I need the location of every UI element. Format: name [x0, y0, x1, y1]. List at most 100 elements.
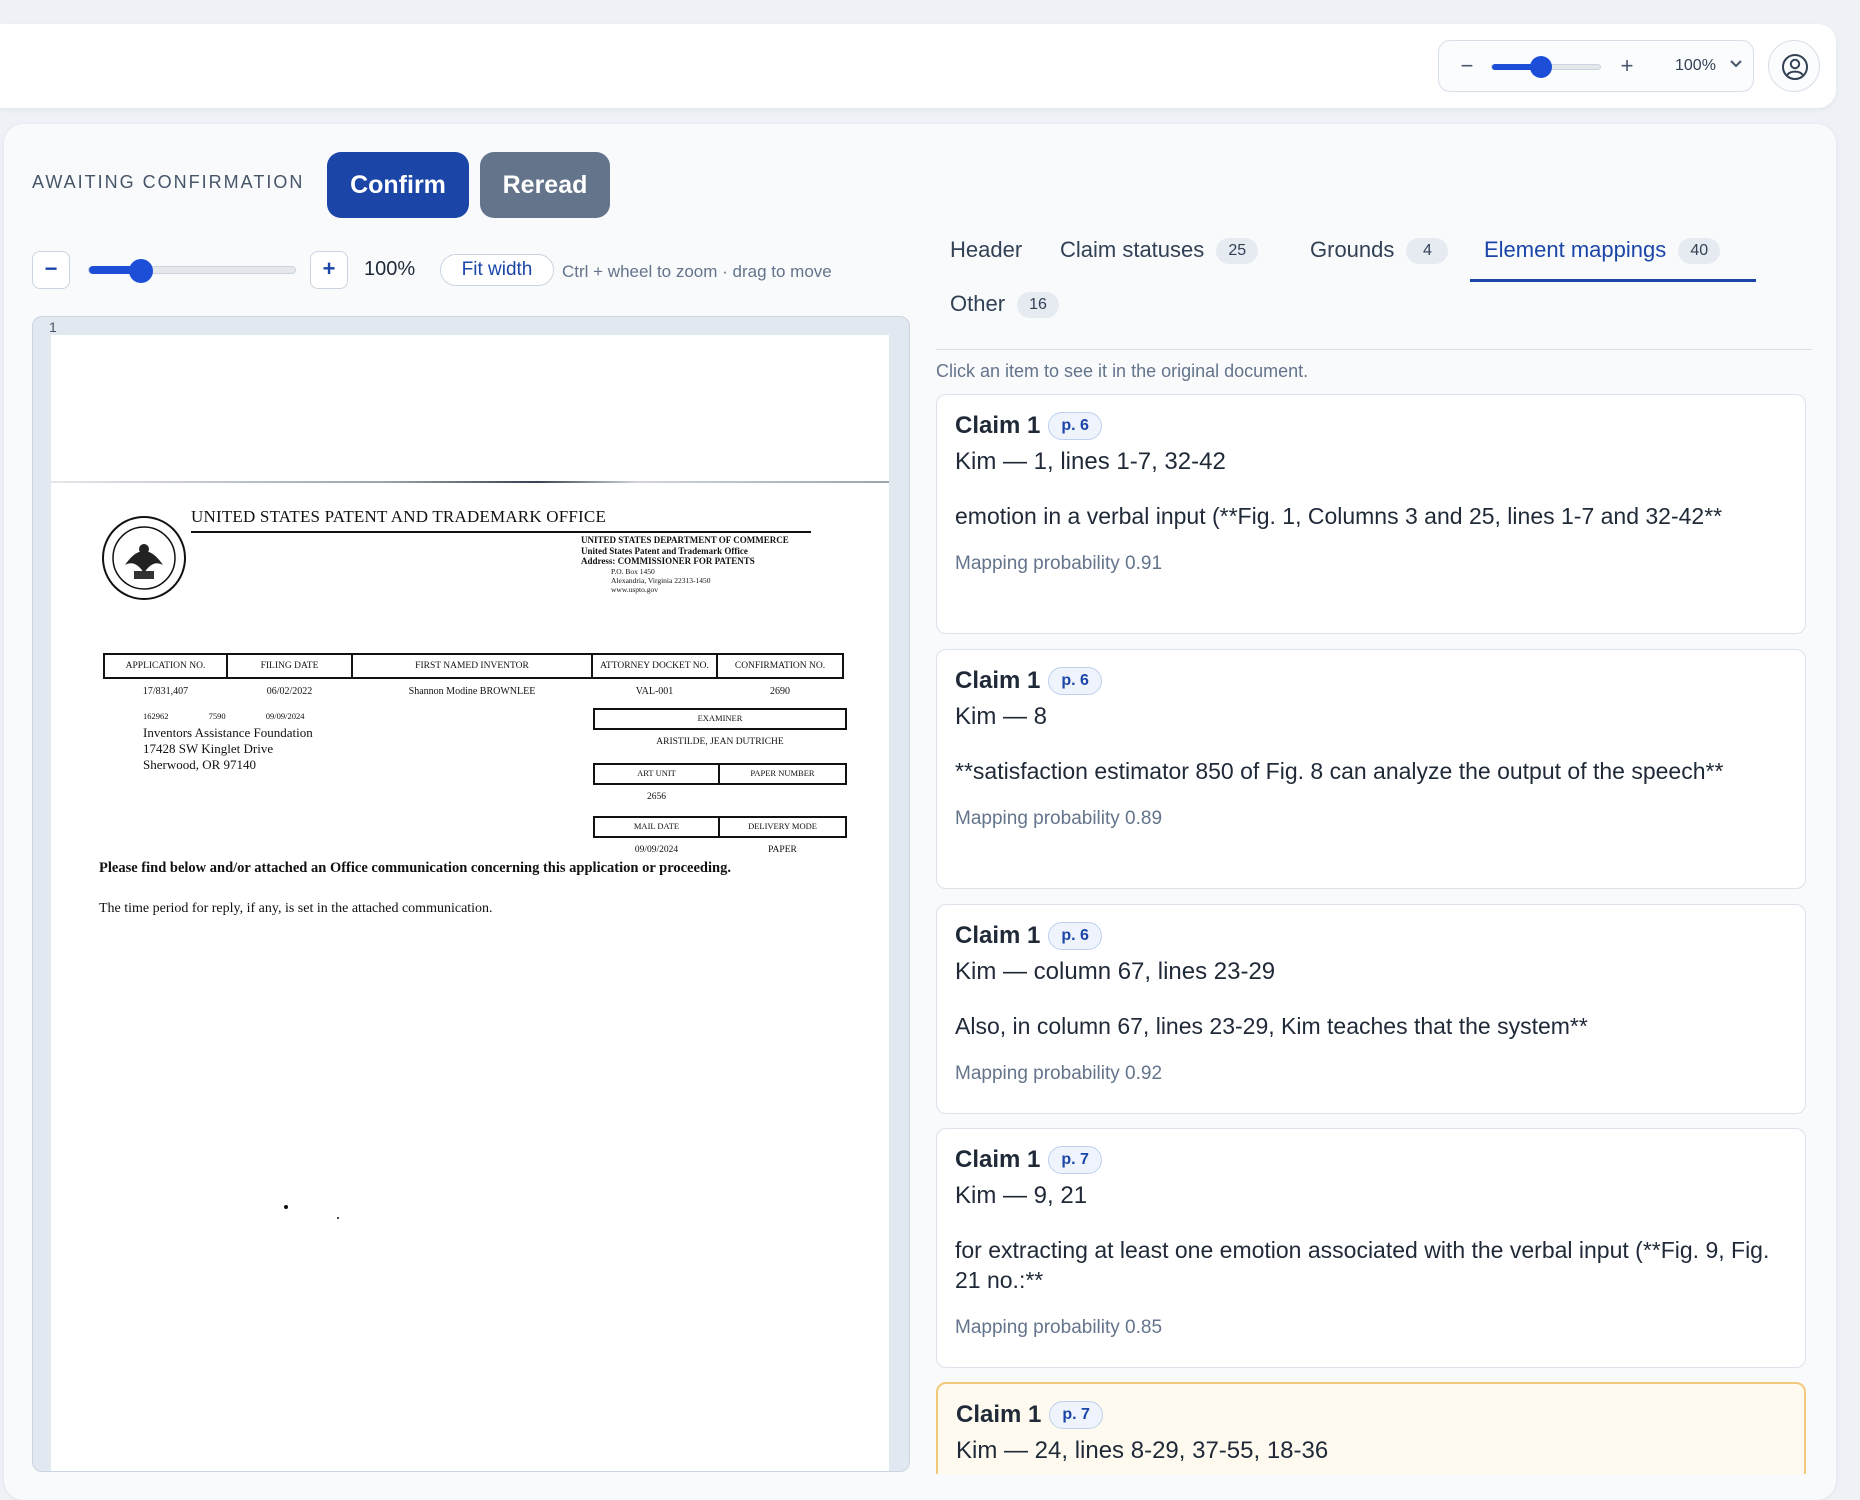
- claim-title: Claim 1: [955, 922, 1041, 949]
- viewer-zoom-in-button[interactable]: +: [310, 251, 348, 289]
- viewer-zoom-slider[interactable]: [88, 259, 296, 283]
- mapping-card[interactable]: Claim 1 p. 6 Kim — 1, lines 1-7, 32-42 em…: [936, 394, 1806, 634]
- dept-sub-line: P.O. Box 1450: [611, 566, 655, 576]
- address-date: 09/09/2024: [265, 711, 305, 721]
- tab-grounds[interactable]: Grounds 4: [1310, 232, 1449, 282]
- tab-count-badge: 40: [1678, 238, 1721, 264]
- mapping-probability: Mapping probability 0.85: [955, 1317, 1163, 1338]
- reference-line: Kim — 8: [955, 703, 1048, 730]
- reference-line: Kim — 24, lines 8-29, 37-55, 18-36: [956, 1437, 1329, 1464]
- claim-title: Claim 1: [955, 412, 1041, 439]
- mapping-excerpt: emotion in a verbal input (**Fig. 1, Col…: [955, 503, 1723, 529]
- dept-sub-line: www.uspto.gov: [611, 584, 659, 594]
- reply-period-text: The time period for reply, if any, is se…: [99, 901, 493, 916]
- viewer-zoom-out-button[interactable]: −: [32, 251, 70, 289]
- table-header: FIRST NAMED INVENTOR: [351, 653, 593, 679]
- correspondence-address: Inventors Assistance Foundation 17428 SW…: [143, 725, 313, 773]
- mapping-excerpt: **satisfaction estimator 850 of Fig. 8 c…: [955, 758, 1724, 784]
- department-address: UNITED STATES DEPARTMENT OF COMMERCE Uni…: [581, 535, 789, 594]
- scan-artifact-line: [51, 481, 889, 483]
- address-codes: 162962 7590 09/09/2024: [143, 711, 342, 721]
- global-zoom-in-button[interactable]: +: [1613, 51, 1641, 81]
- application-table: APPLICATION NO. FILING DATE FIRST NAMED …: [103, 653, 844, 704]
- user-avatar-icon: [1782, 54, 1808, 80]
- customer-number: 162962: [143, 711, 169, 721]
- fit-width-button[interactable]: Fit width: [440, 254, 554, 286]
- tab-label: Claim statuses: [1060, 237, 1205, 262]
- mapping-probability: Mapping probability 0.89: [955, 808, 1163, 829]
- delivery-mode-value: PAPER: [768, 845, 797, 855]
- reference-line: Kim — column 67, lines 23-29: [955, 958, 1276, 985]
- tab-header[interactable]: Header: [950, 232, 1022, 282]
- element-mapping-list[interactable]: Claim 1 p. 6 Kim — 1, lines 1-7, 32-42 em…: [936, 394, 1806, 1474]
- examiner-box: EXAMINER: [593, 708, 847, 730]
- table-cell: Shannon Modine BROWNLEE: [408, 686, 536, 697]
- page-badge[interactable]: p. 6: [1048, 922, 1102, 950]
- form-code: 7590: [208, 711, 226, 721]
- viewer-zoom-slider-thumb[interactable]: [128, 259, 153, 283]
- tab-label: Other: [950, 291, 1006, 316]
- mapping-card[interactable]: Claim 1 p. 7 Kim — 9, 21 for extracting a…: [936, 1128, 1806, 1368]
- tab-count-badge: 4: [1406, 238, 1449, 264]
- confirm-button[interactable]: Confirm: [327, 152, 469, 218]
- tab-element-mappings[interactable]: Element mappings 40: [1470, 232, 1756, 282]
- mail-date-box: MAIL DATE: [593, 816, 720, 838]
- reread-button[interactable]: Reread: [480, 152, 610, 218]
- global-zoom-out-button[interactable]: −: [1453, 51, 1481, 81]
- table-cell: VAL-001: [635, 686, 674, 697]
- mapping-probability: Mapping probability 0.92: [955, 1063, 1163, 1084]
- page-number: 1: [49, 319, 57, 335]
- global-zoom-slider-thumb[interactable]: [1529, 56, 1552, 78]
- mapping-card-selected[interactable]: Claim 1 p. 7 Kim — 24, lines 8-29, 37-55,…: [936, 1382, 1806, 1474]
- mail-date-value: 09/09/2024: [634, 845, 679, 855]
- table-cell: 06/02/2022: [266, 686, 313, 697]
- claim-title: Claim 1: [955, 1146, 1041, 1173]
- global-zoom-value[interactable]: 100%: [1675, 57, 1716, 75]
- claim-title: Claim 1: [955, 667, 1041, 694]
- table-header: CONFIRMATION NO.: [716, 653, 844, 679]
- address-line: 17428 SW Kinglet Drive: [143, 741, 274, 756]
- mapping-card[interactable]: Claim 1 p. 6 Kim — 8 **satisfaction estim…: [936, 649, 1806, 889]
- viewer-hint: Ctrl + wheel to zoom · drag to move: [562, 262, 832, 281]
- main-panel: AWAITING CONFIRMATION Confirm Reread − +…: [4, 124, 1836, 1500]
- tab-label: Grounds: [1310, 237, 1395, 262]
- page-badge[interactable]: p. 7: [1049, 1401, 1103, 1429]
- mapping-hint: Click an item to see it in the original …: [936, 361, 1309, 381]
- global-zoom-slider[interactable]: [1491, 56, 1601, 78]
- reference-line: Kim — 1, lines 1-7, 32-42: [955, 448, 1226, 475]
- scan-speck: [337, 1217, 339, 1219]
- tab-claim-statuses[interactable]: Claim statuses 25: [1060, 232, 1259, 282]
- chevron-down-icon[interactable]: [1729, 54, 1743, 74]
- viewer-zoom-value: 100%: [364, 258, 416, 280]
- dept-line: United States Patent and Trademark Offic…: [581, 545, 748, 556]
- page-badge[interactable]: p. 6: [1048, 412, 1102, 440]
- address-line: Inventors Assistance Foundation: [143, 725, 313, 740]
- tab-other[interactable]: Other 16: [950, 286, 1060, 336]
- document-viewer[interactable]: 1 UNITED STATES PATENT AND TRADEMARK OFF…: [32, 316, 910, 1472]
- table-cell: 17/831,407: [142, 686, 189, 697]
- office-title: UNITED STATES PATENT AND TRADEMARK OFFIC…: [191, 507, 607, 526]
- mapping-probability: Mapping probability 0.91: [955, 553, 1163, 574]
- uspto-seal-icon: [102, 516, 186, 600]
- claim-title: Claim 1: [956, 1401, 1042, 1428]
- reference-line: Kim — 9, 21: [955, 1182, 1088, 1209]
- art-unit-box: ART UNIT: [593, 763, 720, 785]
- page-badge[interactable]: p. 6: [1048, 667, 1102, 695]
- dept-sub-line: Alexandria, Virginia 22313-1450: [611, 575, 711, 585]
- table-header: ATTORNEY DOCKET NO.: [591, 653, 718, 679]
- document-page[interactable]: UNITED STATES PATENT AND TRADEMARK OFFIC…: [51, 335, 889, 1471]
- page-badge[interactable]: p. 7: [1048, 1146, 1102, 1174]
- tab-count-badge: 25: [1216, 238, 1259, 264]
- table-header: APPLICATION NO.: [103, 653, 228, 679]
- tab-count-badge: 16: [1017, 292, 1060, 318]
- examiner-value: ARISTILDE, JEAN DUTRICHE: [656, 737, 784, 747]
- table-header: FILING DATE: [226, 653, 353, 679]
- scan-speck: [284, 1205, 288, 1209]
- account-button[interactable]: [1768, 40, 1820, 92]
- tab-label: Header: [950, 237, 1023, 262]
- mapping-excerpt: for extracting at least one emotion asso…: [955, 1237, 1770, 1293]
- delivery-mode-box: DELIVERY MODE: [718, 816, 847, 838]
- paper-number-box: PAPER NUMBER: [718, 763, 847, 785]
- mapping-card[interactable]: Claim 1 p. 6 Kim — column 67, lines 23-29…: [936, 904, 1806, 1114]
- top-bar: − + 100%: [0, 24, 1836, 108]
